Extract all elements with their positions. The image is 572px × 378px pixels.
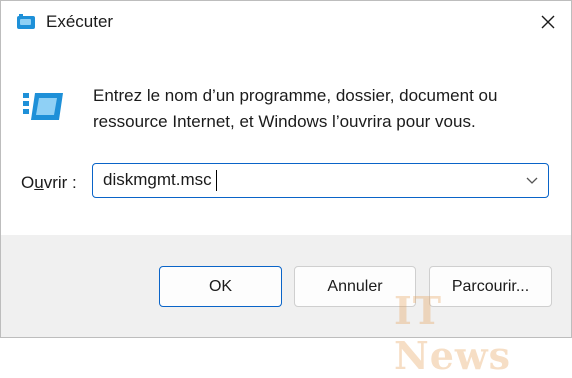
ok-button[interactable]: OK <box>159 266 282 307</box>
instruction-text: Entrez le nom d’un programme, dossier, d… <box>93 83 553 135</box>
text-cursor <box>216 170 217 191</box>
run-dialog-icon <box>23 93 63 120</box>
run-dialog: Exécuter Entrez le nom d’un programme, d… <box>0 0 572 378</box>
chevron-down-icon[interactable] <box>526 175 538 185</box>
open-combobox[interactable] <box>92 163 549 198</box>
instruction-line-2: ressource Internet, et Windows l’ouvrira… <box>93 112 476 131</box>
close-icon <box>541 15 555 29</box>
dialog-content: Entrez le nom d’un programme, dossier, d… <box>1 43 571 235</box>
instruction-line-1: Entrez le nom d’un programme, dossier, d… <box>93 86 498 105</box>
title-bar[interactable]: Exécuter <box>1 1 571 43</box>
close-button[interactable] <box>525 1 571 43</box>
browse-button[interactable]: Parcourir... <box>429 266 552 307</box>
open-input[interactable] <box>103 168 513 192</box>
cancel-button[interactable]: Annuler <box>294 266 416 307</box>
open-label: Ouvrir : <box>21 173 77 193</box>
open-label-prefix: O <box>21 173 35 192</box>
open-label-accesskey: u <box>34 173 44 192</box>
open-label-suffix: vrir : <box>43 173 77 192</box>
run-dialog-icon <box>17 14 35 29</box>
window-title: Exécuter <box>46 12 114 31</box>
